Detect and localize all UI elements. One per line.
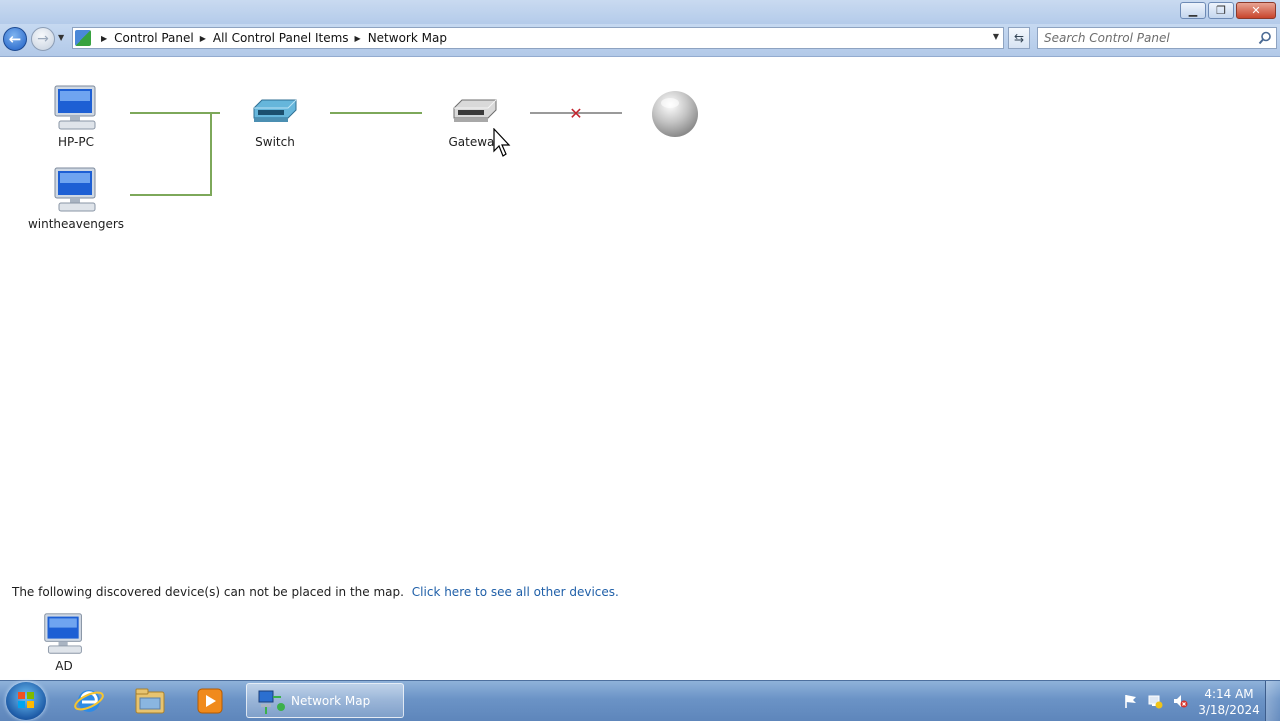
device-ad[interactable]: AD	[29, 612, 99, 673]
start-button[interactable]	[6, 682, 46, 720]
maximize-button[interactable]: ❐	[1208, 2, 1234, 19]
internet-explorer-icon[interactable]	[72, 684, 106, 718]
unplaced-devices-message: The following discovered device(s) can n…	[12, 585, 619, 599]
volume-muted-icon[interactable]	[1172, 693, 1188, 709]
device-internet[interactable]	[650, 89, 700, 142]
show-desktop-button[interactable]	[1265, 681, 1280, 721]
chevron-right-icon[interactable]: ▶	[200, 34, 206, 43]
window-controls: ▁ ❐ ✕	[1178, 2, 1276, 19]
clock-date: 3/18/2024	[1198, 703, 1260, 717]
breadcrumb-network-map[interactable]: Network Map	[368, 31, 447, 45]
switch-icon	[253, 99, 297, 122]
system-clock[interactable]: 4:14 AM 3/18/2024	[1196, 686, 1262, 718]
device-switch[interactable]: Switch	[240, 94, 310, 149]
chevron-right-icon[interactable]: ▶	[355, 34, 361, 43]
connection-line	[130, 112, 212, 196]
device-hp-pc[interactable]: HP-PC	[36, 84, 116, 149]
search-box[interactable]	[1037, 27, 1277, 49]
computer-icon	[44, 613, 82, 654]
device-label: HP-PC	[58, 135, 94, 149]
windows-explorer-icon[interactable]	[133, 684, 167, 718]
title-bar: ▁ ❐ ✕	[0, 0, 1280, 24]
media-player-icon[interactable]	[193, 684, 227, 718]
action-center-flag-icon[interactable]	[1123, 693, 1139, 709]
disconnected-x-icon[interactable]: ✕	[568, 106, 584, 122]
minimize-button[interactable]: ▁	[1180, 2, 1206, 19]
internet-globe-icon	[652, 91, 698, 137]
breadcrumb-all-control-panel-items[interactable]: All Control Panel Items	[213, 31, 349, 45]
device-label: AD	[55, 659, 73, 673]
breadcrumb: ▶ Control Panel ▶ All Control Panel Item…	[95, 30, 447, 46]
address-toolbar: ← → ▼ ▶ Control Panel ▶ All Control Pane…	[0, 24, 1280, 57]
address-bar[interactable]: ▶ Control Panel ▶ All Control Panel Item…	[72, 27, 1004, 49]
computer-icon	[54, 85, 96, 130]
clock-time: 4:14 AM	[1204, 687, 1254, 701]
address-dropdown-button[interactable]: ▼	[993, 32, 999, 41]
search-input[interactable]	[1044, 30, 1254, 46]
unplaced-message-text: The following discovered device(s) can n…	[12, 585, 404, 599]
gateway-icon	[453, 99, 497, 122]
breadcrumb-control-panel[interactable]: Control Panel	[114, 31, 194, 45]
refresh-icon: ⇆	[1013, 31, 1025, 45]
arrow-left-icon: ←	[8, 30, 22, 48]
windows-logo-icon	[18, 692, 34, 708]
control-panel-icon	[75, 30, 91, 46]
network-icon[interactable]	[1147, 693, 1163, 709]
connection-line	[330, 112, 422, 114]
taskbar-network-map-button[interactable]: Network Map	[246, 683, 404, 718]
device-wintheavengers[interactable]: wintheavengers	[26, 166, 126, 231]
forward-button[interactable]: →	[31, 27, 55, 51]
taskbar-button-label: Network Map	[291, 694, 371, 708]
see-all-devices-link[interactable]: Click here to see all other devices.	[412, 585, 619, 599]
mouse-cursor-icon	[493, 128, 511, 157]
device-label: wintheavengers	[27, 217, 125, 231]
close-button[interactable]: ✕	[1236, 2, 1276, 19]
network-map-icon	[258, 690, 285, 714]
search-icon[interactable]	[1258, 31, 1272, 45]
computer-icon	[54, 167, 96, 212]
refresh-button[interactable]: ⇆	[1008, 27, 1030, 49]
device-label: Switch	[255, 135, 295, 149]
recent-pages-dropdown[interactable]: ▼	[58, 33, 64, 42]
taskbar: Network Map 4:14 AM 3/18/2024	[0, 680, 1280, 721]
chevron-right-icon[interactable]: ▶	[101, 34, 107, 43]
back-button[interactable]: ←	[3, 27, 27, 51]
arrow-right-icon: →	[37, 31, 49, 47]
